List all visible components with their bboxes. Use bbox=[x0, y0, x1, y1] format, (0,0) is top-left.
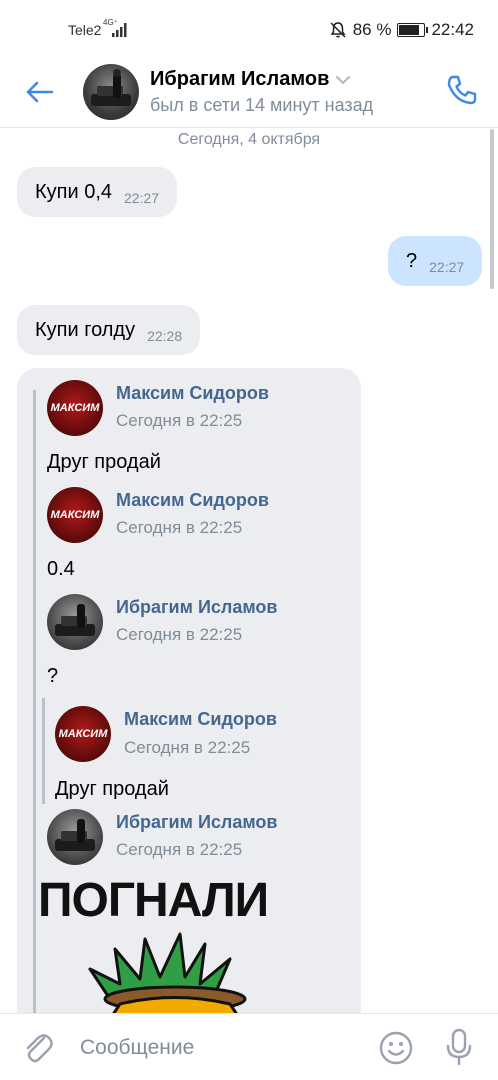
avatar-logo: МАКСИМ bbox=[58, 728, 108, 740]
microphone-icon[interactable] bbox=[444, 1028, 474, 1066]
date-separator: Сегодня, 4 октября bbox=[177, 131, 321, 148]
author-name[interactable]: Максим Сидоров bbox=[116, 490, 269, 511]
chat-header: Ибрагим Исламов был в сети 14 минут наза… bbox=[0, 60, 498, 128]
message-text: Купи 0,4 bbox=[35, 180, 113, 203]
message-bubble-incoming[interactable]: Купи голду 22:28 bbox=[17, 305, 201, 355]
author-avatar[interactable]: МАКСИМ bbox=[47, 380, 103, 436]
back-arrow-icon[interactable] bbox=[22, 74, 58, 110]
nested-forward-quote-line bbox=[42, 698, 45, 804]
forward-text: 0.4 bbox=[47, 558, 75, 580]
battery-icon bbox=[397, 23, 429, 37]
forward-time: Сегодня в 22:25 bbox=[116, 840, 243, 859]
forward-time: Сегодня в 22:25 bbox=[116, 625, 243, 644]
author-avatar[interactable] bbox=[47, 809, 103, 865]
author-avatar[interactable] bbox=[47, 594, 103, 650]
status-bar: Tele2 4G⁺ 86 % 22:42 bbox=[0, 0, 498, 60]
author-name[interactable]: Максим Сидоров bbox=[124, 709, 277, 730]
battery-fill bbox=[399, 25, 420, 35]
contact-avatar[interactable] bbox=[83, 64, 139, 120]
author-name[interactable]: Ибрагим Исламов bbox=[116, 812, 277, 833]
status-bar-right: 86 % 22:42 bbox=[329, 20, 474, 40]
contact-name[interactable]: Ибрагим Исламов bbox=[150, 68, 351, 91]
message-composer: Сообщение bbox=[0, 1013, 498, 1080]
message-time: 22:27 bbox=[124, 190, 160, 206]
carrier-label: Tele2 bbox=[68, 22, 102, 38]
message-bubble-incoming[interactable]: Купи 0,4 22:27 bbox=[17, 167, 178, 217]
message-time: 22:27 bbox=[429, 259, 465, 275]
author-avatar[interactable]: МАКСИМ bbox=[47, 487, 103, 543]
phone-call-icon[interactable] bbox=[444, 72, 480, 108]
forward-quote-line bbox=[33, 390, 36, 1013]
message-text: Купи голду bbox=[35, 318, 136, 341]
car-photo-icon bbox=[91, 69, 131, 106]
author-name[interactable]: Ибрагим Исламов bbox=[116, 597, 277, 618]
pineapple-sticker-icon[interactable] bbox=[80, 929, 280, 1013]
last-seen-status: был в сети 14 минут назад bbox=[150, 95, 374, 115]
battery-percent: 86 % bbox=[352, 20, 392, 39]
sticker-caption: ПОГНАЛИ bbox=[38, 874, 269, 927]
forward-time: Сегодня в 22:25 bbox=[124, 738, 251, 757]
car-photo-icon bbox=[55, 604, 95, 636]
clock: 22:42 bbox=[431, 20, 474, 39]
signal-icon bbox=[112, 23, 127, 37]
forward-time: Сегодня в 22:25 bbox=[116, 518, 243, 537]
message-time: 22:28 bbox=[147, 328, 183, 344]
author-avatar[interactable]: МАКСИМ bbox=[55, 706, 111, 762]
contact-name-label: Ибрагим Исламов bbox=[150, 68, 330, 90]
message-input[interactable]: Сообщение bbox=[80, 1036, 194, 1060]
paperclip-icon[interactable] bbox=[22, 1030, 54, 1066]
forward-text: Друг продай bbox=[47, 451, 161, 473]
author-name[interactable]: Максим Сидоров bbox=[116, 383, 269, 404]
message-text: ? bbox=[406, 249, 418, 272]
avatar-logo: МАКСИМ bbox=[50, 402, 100, 414]
scrollbar[interactable] bbox=[490, 129, 494, 289]
car-photo-icon bbox=[55, 819, 95, 851]
chat-history[interactable]: Сегодня, 4 октября Купи 0,4 22:27 ? 22:2… bbox=[0, 129, 498, 1013]
emoji-icon[interactable] bbox=[378, 1030, 414, 1066]
forward-text: ? bbox=[47, 665, 59, 687]
message-bubble-outgoing[interactable]: ? 22:27 bbox=[388, 236, 483, 286]
forward-text: Друг продай bbox=[55, 778, 169, 800]
forward-time: Сегодня в 22:25 bbox=[116, 411, 243, 430]
chevron-down-icon[interactable] bbox=[335, 75, 351, 85]
mute-bell-icon bbox=[330, 22, 346, 38]
avatar-logo: МАКСИМ bbox=[50, 509, 100, 521]
